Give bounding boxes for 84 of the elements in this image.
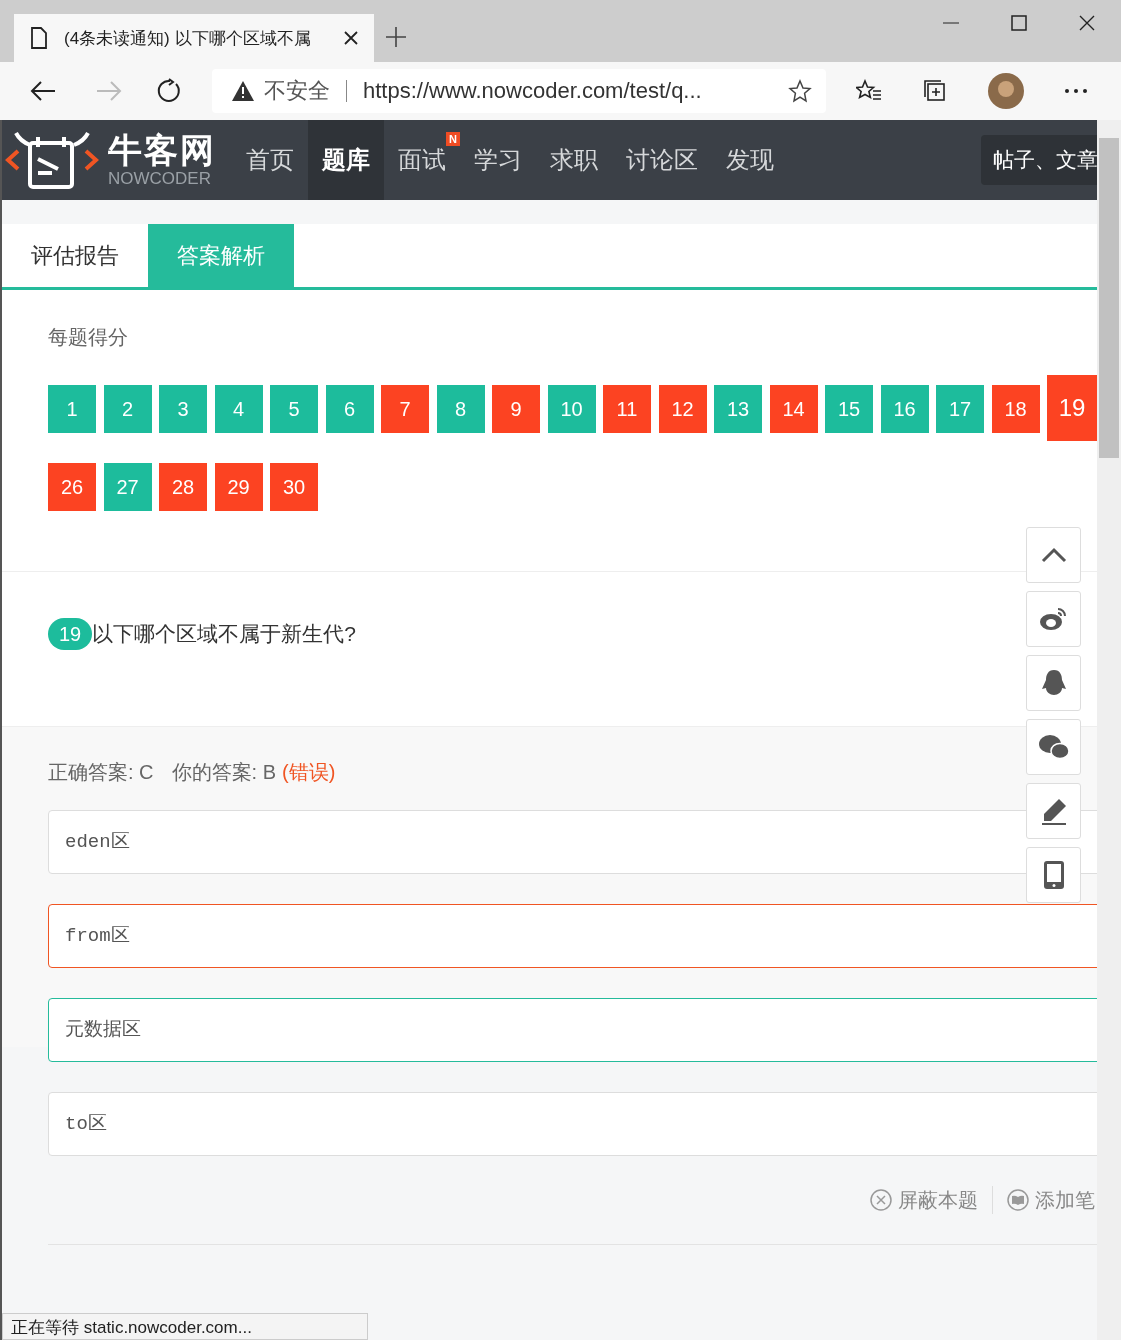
question-number-button[interactable]: 19	[1047, 375, 1097, 441]
back-icon[interactable]	[30, 80, 56, 102]
question-number-button[interactable]: 8	[436, 385, 485, 433]
site-logo-text: 牛客网	[108, 131, 216, 169]
question-number-button[interactable]: 7	[381, 385, 429, 433]
question-number-button[interactable]: 3	[159, 385, 207, 433]
answer-option: from区	[48, 904, 1097, 968]
question-number-button[interactable]: 12	[658, 385, 707, 433]
verdict-label: (错误)	[282, 760, 336, 785]
question-number-button[interactable]: 4	[214, 385, 263, 433]
close-icon[interactable]	[1079, 15, 1095, 31]
question-number-button[interactable]: 2	[103, 385, 152, 433]
nav-link[interactable]: 面试 N	[384, 120, 460, 200]
phone-icon	[1042, 860, 1065, 890]
section-title: 每题得分	[48, 325, 129, 350]
your-answer-label: 你的答案: B	[171, 760, 276, 785]
back-to-top-button[interactable]	[1026, 527, 1081, 583]
question-number-button[interactable]: 27	[103, 463, 152, 511]
question-text: 以下哪个区域不属于新生代?	[92, 621, 356, 647]
add-note-link[interactable]: 添加笔	[1007, 1186, 1095, 1214]
penguin-icon	[1040, 669, 1067, 697]
edit-button[interactable]	[1026, 783, 1081, 839]
more-icon[interactable]	[1064, 88, 1088, 94]
nav-link[interactable]: 题库	[308, 120, 384, 200]
refresh-icon[interactable]	[156, 78, 182, 104]
nav-link[interactable]: 学习	[460, 120, 536, 200]
chat-bubbles-icon	[1037, 734, 1070, 760]
question-number-button[interactable]: 6	[325, 385, 374, 433]
search-field[interactable]: 帖子、文章	[981, 135, 1097, 185]
scrollbar[interactable]	[1097, 120, 1121, 1340]
question-number-button[interactable]: 28	[159, 463, 207, 511]
answer-option: 元数据区	[48, 998, 1097, 1062]
maximize-icon[interactable]	[1011, 15, 1027, 31]
mobile-button[interactable]	[1026, 847, 1081, 903]
nav-link[interactable]: 发现	[712, 120, 788, 200]
weibo-icon	[1038, 606, 1069, 632]
security-label: 不安全	[264, 77, 330, 105]
answer-option: eden区	[48, 810, 1097, 874]
question-number-button[interactable]: 10	[547, 385, 596, 433]
close-circle-icon	[870, 1189, 892, 1211]
avatar-icon[interactable]	[988, 73, 1024, 109]
question-number-button[interactable]: 9	[492, 385, 540, 433]
block-question-link[interactable]: 屏蔽本题	[870, 1186, 978, 1214]
question-number-button[interactable]: 15	[825, 385, 873, 433]
qq-share-button[interactable]	[1026, 655, 1081, 711]
question-number-button[interactable]: 26	[48, 463, 96, 511]
collections-icon[interactable]	[922, 79, 948, 103]
question-number-badge: 19	[48, 618, 93, 650]
close-icon[interactable]	[344, 31, 358, 45]
answer-option: to区	[48, 1092, 1097, 1156]
question-number-button[interactable]: 14	[769, 385, 818, 433]
url-text: https://www.nowcoder.com/test/q...	[363, 78, 703, 104]
address-field[interactable]: 不安全 https://www.nowcoder.com/test/q...	[212, 69, 826, 113]
nav-link[interactable]: 求职	[536, 120, 612, 200]
question-number-button[interactable]: 18	[991, 385, 1040, 433]
site-logo-subtitle: NOWCODER	[108, 169, 212, 189]
question-number-button[interactable]: 17	[936, 385, 984, 433]
new-tab-icon[interactable]	[386, 27, 406, 47]
page-icon	[30, 27, 48, 49]
weibo-share-button[interactable]	[1026, 591, 1081, 647]
question-number-button[interactable]: 29	[214, 463, 263, 511]
question-number-button[interactable]: 16	[880, 385, 929, 433]
tab[interactable]: 答案解析	[148, 224, 294, 287]
book-icon	[1007, 1189, 1029, 1211]
nav-link[interactable]: 讨论区	[612, 120, 712, 200]
favorites-icon[interactable]	[856, 79, 882, 103]
logo-icon[interactable]	[4, 129, 100, 191]
pencil-icon	[1039, 797, 1068, 825]
status-bar-text: 正在等待 static.nowcoder.com...	[2, 1313, 368, 1340]
new-badge: N	[446, 132, 460, 146]
tab-title: (4条未读通知) 以下哪个区域不属	[64, 27, 312, 50]
question-number-button[interactable]: 30	[270, 463, 318, 511]
chevron-up-icon	[1040, 547, 1067, 563]
nav-link[interactable]: 首页	[232, 120, 308, 200]
warning-icon	[232, 81, 254, 101]
browser-tab[interactable]: (4条未读通知) 以下哪个区域不属	[14, 14, 374, 62]
question-number-button[interactable]: 11	[603, 385, 651, 433]
question-number-button[interactable]: 1	[48, 385, 96, 433]
question-number-button[interactable]: 13	[714, 385, 762, 433]
wechat-share-button[interactable]	[1026, 719, 1081, 775]
favorite-icon[interactable]	[788, 79, 812, 103]
correct-answer-label: 正确答案: C	[48, 760, 154, 785]
tab[interactable]: 评估报告	[2, 224, 148, 287]
question-number-button[interactable]: 5	[270, 385, 318, 433]
